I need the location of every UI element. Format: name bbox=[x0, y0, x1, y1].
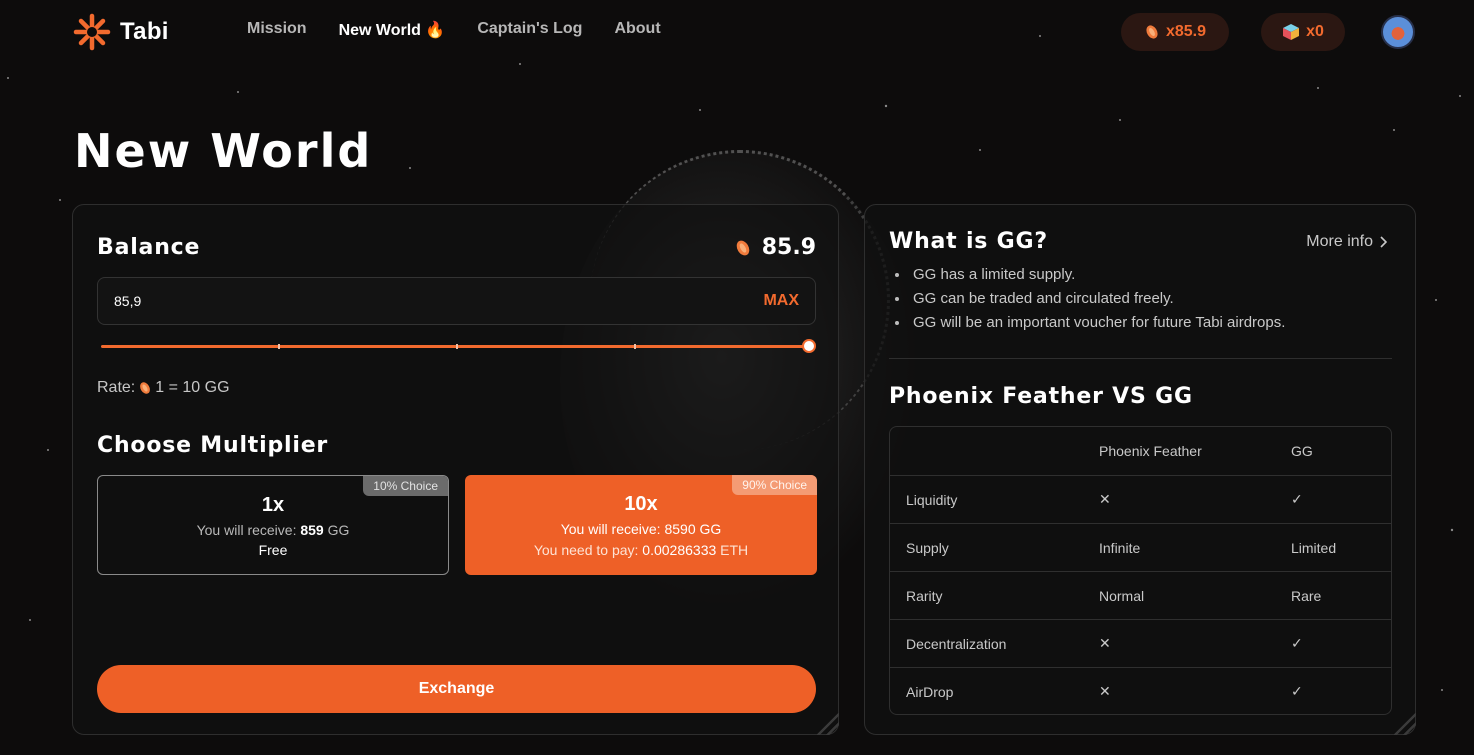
cell-value: Limited bbox=[1291, 539, 1337, 556]
multiplier-title: Choose Multiplier bbox=[97, 433, 329, 458]
slider-tick bbox=[456, 344, 458, 349]
cell-value: Normal bbox=[1099, 587, 1145, 604]
fire-icon: 🔥 bbox=[425, 22, 446, 39]
row-label: AirDrop bbox=[906, 683, 954, 700]
receive-unit: GG bbox=[327, 522, 350, 538]
nav-item-new-world-label: New World bbox=[338, 22, 421, 39]
receive-label: You will receive: bbox=[196, 522, 297, 538]
multiplier-option-1x[interactable]: 10% Choice 1x You will receive: 859 GG F… bbox=[97, 475, 449, 575]
feather-count: x85.9 bbox=[1165, 23, 1207, 40]
check-icon: ✓ bbox=[1291, 635, 1303, 651]
receive-label: You will receive: bbox=[560, 521, 661, 537]
cube-balance-pill[interactable]: x0 bbox=[1261, 13, 1345, 51]
row-label: Liquidity bbox=[906, 491, 958, 508]
divider bbox=[889, 358, 1392, 359]
row-label: Decentralization bbox=[906, 635, 1007, 652]
exchange-rate: Rate: 1 = 10 GG bbox=[97, 379, 230, 397]
table-row: Liquidity ✕ ✓ bbox=[890, 475, 1391, 523]
corner-decoration bbox=[1394, 713, 1416, 735]
table-row: Supply Infinite Limited bbox=[890, 523, 1391, 571]
amount-input[interactable] bbox=[114, 293, 614, 309]
gg-feature-list: GG has a limited supply. GG can be trade… bbox=[895, 263, 1285, 335]
pay-unit: ETH bbox=[720, 542, 749, 558]
amount-field: MAX bbox=[97, 277, 816, 325]
rate-prefix: Rate: bbox=[97, 379, 136, 396]
comparison-table: Phoenix Feather GG Liquidity ✕ ✓ Supply … bbox=[889, 426, 1392, 715]
feather-coin-icon bbox=[140, 382, 151, 394]
check-icon: ✓ bbox=[1291, 491, 1303, 507]
rate-value: 1 = 10 GG bbox=[155, 379, 230, 396]
table-header-row: Phoenix Feather GG bbox=[890, 427, 1391, 475]
feather-coin-icon bbox=[736, 240, 749, 255]
tabi-logo[interactable]: Tabi bbox=[72, 12, 169, 52]
cube-count: x0 bbox=[1306, 23, 1324, 40]
table-row: Rarity Normal Rare bbox=[890, 571, 1391, 619]
check-icon: ✓ bbox=[1291, 683, 1303, 699]
column-header: Phoenix Feather bbox=[1099, 443, 1202, 459]
cube-icon bbox=[1283, 24, 1300, 40]
exchange-card: Balance 85.9 MAX Rate: 1 = 10 GG Choose … bbox=[72, 204, 839, 735]
chevron-right-icon bbox=[1380, 236, 1387, 248]
column-header: GG bbox=[1291, 443, 1313, 459]
cross-icon: ✕ bbox=[1099, 635, 1111, 651]
pay-amount: 0.00286333 bbox=[642, 542, 717, 558]
pay-line: You need to pay: 0.00286333 ETH bbox=[465, 542, 817, 558]
list-item: GG has a limited supply. bbox=[895, 263, 1285, 287]
cell-value: Infinite bbox=[1099, 539, 1141, 556]
receive-line: You will receive: 8590 GG bbox=[465, 521, 817, 537]
cross-icon: ✕ bbox=[1099, 491, 1111, 507]
comparison-title: Phoenix Feather VS GG bbox=[889, 384, 1193, 409]
nav-item-new-world[interactable]: New World 🔥 bbox=[339, 20, 446, 40]
receive-line: You will receive: 859 GG bbox=[98, 522, 448, 538]
slider-thumb[interactable] bbox=[802, 339, 816, 353]
user-avatar[interactable] bbox=[1381, 15, 1415, 49]
nav-item-about[interactable]: About bbox=[614, 20, 660, 40]
table-row: Decentralization ✕ ✓ bbox=[890, 619, 1391, 667]
app-name: Tabi bbox=[120, 18, 169, 45]
row-label: Supply bbox=[906, 539, 949, 556]
feather-coin-icon bbox=[1146, 25, 1158, 39]
pay-label: You need to pay: bbox=[533, 542, 639, 558]
more-info-label: More info bbox=[1306, 233, 1373, 250]
list-item: GG will be an important voucher for futu… bbox=[895, 311, 1285, 335]
cost-text: Free bbox=[258, 542, 288, 558]
balance-label: Balance bbox=[97, 235, 201, 260]
slider-tick bbox=[634, 344, 636, 349]
multiplier-value: 10x bbox=[624, 493, 658, 515]
corner-decoration bbox=[817, 713, 839, 735]
max-button[interactable]: MAX bbox=[763, 292, 799, 310]
exchange-button[interactable]: Exchange bbox=[97, 665, 816, 713]
list-item: GG can be traded and circulated freely. bbox=[895, 287, 1285, 311]
amount-slider[interactable] bbox=[101, 339, 816, 355]
multiplier-option-10x[interactable]: 90% Choice 10x You will receive: 8590 GG… bbox=[465, 475, 817, 575]
page-title: New World bbox=[74, 124, 373, 178]
choice-badge: 10% Choice bbox=[363, 476, 448, 496]
row-label: Rarity bbox=[906, 587, 943, 604]
receive-unit: GG bbox=[699, 521, 722, 537]
more-info-link[interactable]: More info bbox=[1306, 233, 1387, 251]
gg-info-card: What is GG? More info GG has a limited s… bbox=[864, 204, 1416, 735]
tabi-logo-mark-icon bbox=[73, 13, 111, 51]
cell-value: Rare bbox=[1291, 587, 1322, 604]
receive-amount: 8590 bbox=[664, 521, 696, 537]
nav-item-captains-log[interactable]: Captain's Log bbox=[477, 20, 582, 40]
cross-icon: ✕ bbox=[1099, 683, 1111, 699]
multiplier-value: 1x bbox=[261, 494, 285, 516]
table-row: AirDrop ✕ ✓ bbox=[890, 667, 1391, 714]
balance-value: 85.9 bbox=[761, 235, 816, 260]
top-navigation: Tabi Mission New World 🔥 Captain's Log A… bbox=[0, 0, 1474, 64]
slider-tick bbox=[278, 344, 280, 349]
balance-display: 85.9 bbox=[734, 235, 816, 260]
choice-badge: 90% Choice bbox=[732, 475, 817, 495]
gg-title: What is GG? bbox=[889, 229, 1048, 254]
feather-balance-pill[interactable]: x85.9 bbox=[1121, 13, 1229, 51]
nav-links: Mission New World 🔥 Captain's Log About bbox=[247, 20, 661, 40]
nav-item-mission[interactable]: Mission bbox=[247, 20, 307, 40]
receive-amount: 859 bbox=[300, 522, 324, 538]
